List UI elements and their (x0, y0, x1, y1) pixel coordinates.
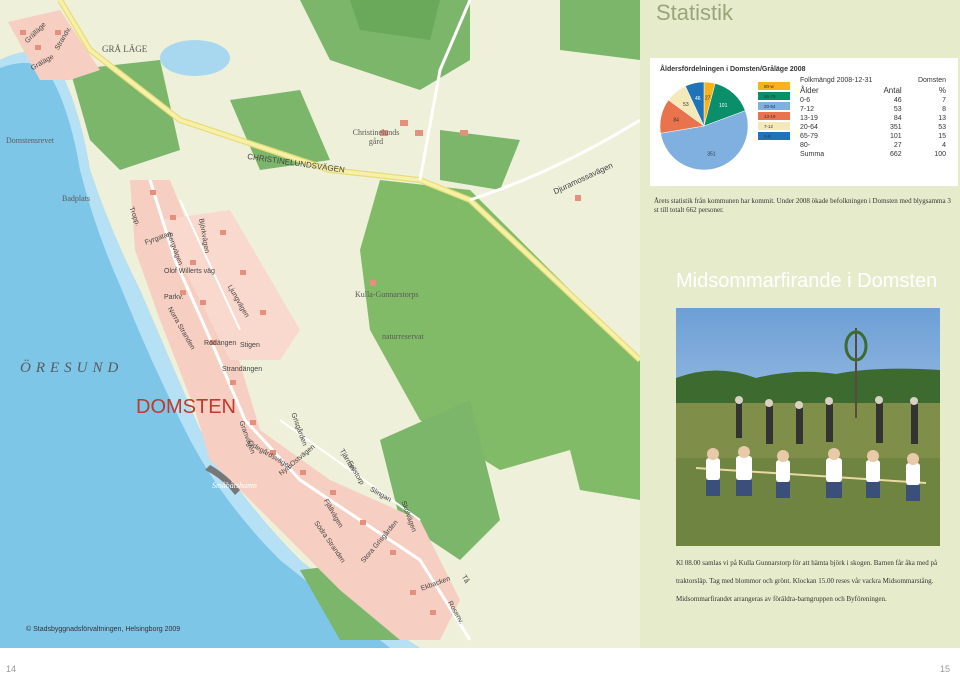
table-cell: 80- (800, 142, 811, 149)
table-cell: Summa (800, 151, 825, 158)
village-label-domsten: DOMSTEN (136, 396, 236, 418)
pie-data-label: 53 (683, 102, 689, 108)
place-label-badplats: Badplats (62, 194, 90, 203)
stats-box: Åldersfördelningen i Domsten/Gråläge 200… (650, 58, 958, 186)
table-cell: 13-19 (800, 115, 818, 122)
table-title: Folkmängd 2008-12-31 (800, 77, 873, 84)
place-label-kulla: Kulla-Gunnarstorps (355, 290, 419, 299)
midsommar-photo (676, 308, 940, 546)
pie-data-label: 351 (707, 152, 716, 158)
table-cell: 0-6 (800, 97, 811, 104)
pie-data-label: 46 (695, 96, 701, 102)
table-row: 80- 27 4 (798, 141, 948, 150)
table-row: 13-19 84 13 (798, 114, 948, 123)
table-cell: 46 (893, 97, 902, 104)
table-cell: 53 (893, 106, 902, 113)
table-row: 0-6 46 7 (798, 96, 948, 105)
table-cell: 15 (938, 133, 946, 140)
village-map: GRÅ LÄGE Domstensrevet Christinelunds gå… (0, 0, 643, 648)
table-cell: 13 (938, 115, 946, 122)
table-header: % (938, 86, 946, 95)
street-label: Parkv. (164, 294, 184, 301)
pie-data-label: 101 (719, 103, 728, 109)
place-label-smabatshamn: Småbåtshamn (212, 481, 257, 490)
street-label: Rödängen (204, 340, 237, 347)
place-label-domstensrevet: Domstensrevet (6, 136, 54, 145)
table-cell: 27 (893, 142, 902, 149)
table-cell: 20-64 (800, 124, 818, 131)
street-label: Olof Willerts väg (164, 268, 215, 275)
table-cell: 65-79 (800, 133, 818, 140)
right-page: Statistik Åldersfördelningen i Domsten/G… (640, 0, 960, 648)
table-cell: 100 (934, 151, 946, 158)
stats-heading: Statistik (656, 0, 734, 25)
legend-label: 20-64 (764, 104, 776, 109)
legend-label: 80-w (764, 84, 775, 89)
map-copyright: © Stadsbyggnadsförvaltningen, Helsingbor… (26, 626, 181, 633)
table-cell: 101 (890, 133, 902, 140)
stats-text: Årets statistik från kommunen har kommit… (654, 197, 951, 214)
sea-label-oresund: ÖRESUND (20, 360, 124, 376)
legend-swatch (758, 82, 790, 90)
midsommar-text: Kl 08.00 samlas vi på Kulla Gunnarstorp … (676, 559, 938, 603)
table-cell: 662 (890, 151, 902, 158)
table-cell: 4 (942, 142, 946, 149)
age-pie-chart: 27 101 351 84 53 46 80-w 65-79 20-64 13-19 7-12 0-6 (659, 81, 790, 171)
table-header: Antal (883, 86, 902, 95)
legend-label: 7-12 (764, 124, 774, 129)
table-cell: 8 (942, 106, 946, 113)
page-number-left: 14 (6, 664, 17, 674)
photo-graphic (676, 308, 940, 546)
table-cell: 53 (938, 124, 946, 131)
table-place: Domsten (917, 77, 946, 84)
table-cell: 7-12 (800, 106, 815, 113)
map-graphic (0, 0, 643, 648)
table-header: Ålder (800, 86, 819, 95)
table-row: 20-64 351 53 (798, 123, 948, 132)
table-row: Summa 662 100 (798, 150, 948, 159)
midsommar-heading: Midsommarfirande i Domsten (676, 270, 938, 292)
chart-title: Åldersfördelningen i Domsten/Gråläge 200… (660, 66, 806, 73)
population-table: Folkmängd 2008-12-31 Domsten Ålder Antal … (798, 76, 948, 159)
legend-label: 0-6 (764, 134, 771, 139)
table-cell: 7 (942, 97, 946, 104)
legend-swatch (758, 132, 790, 140)
place-label-christinelund: Christinelunds gård (352, 128, 400, 146)
place-label-naturreservat: naturreservat (382, 332, 424, 341)
legend-label: 65-79 (764, 94, 776, 99)
table-cell: 351 (890, 124, 902, 131)
table-row: 7-12 53 8 (798, 105, 948, 114)
street-label: Stigen (240, 342, 260, 349)
page-number-right: 15 (940, 664, 951, 674)
legend-swatch (758, 122, 790, 130)
street-label: Strandängen (222, 366, 263, 373)
table-cell: 84 (893, 115, 902, 122)
region-label-grale: GRÅ LÄGE (102, 44, 148, 54)
pie-data-label: 84 (673, 117, 679, 123)
table-row: 65-79 101 15 (798, 132, 948, 141)
pie-data-label: 27 (705, 96, 711, 102)
legend-label: 13-19 (764, 114, 776, 119)
